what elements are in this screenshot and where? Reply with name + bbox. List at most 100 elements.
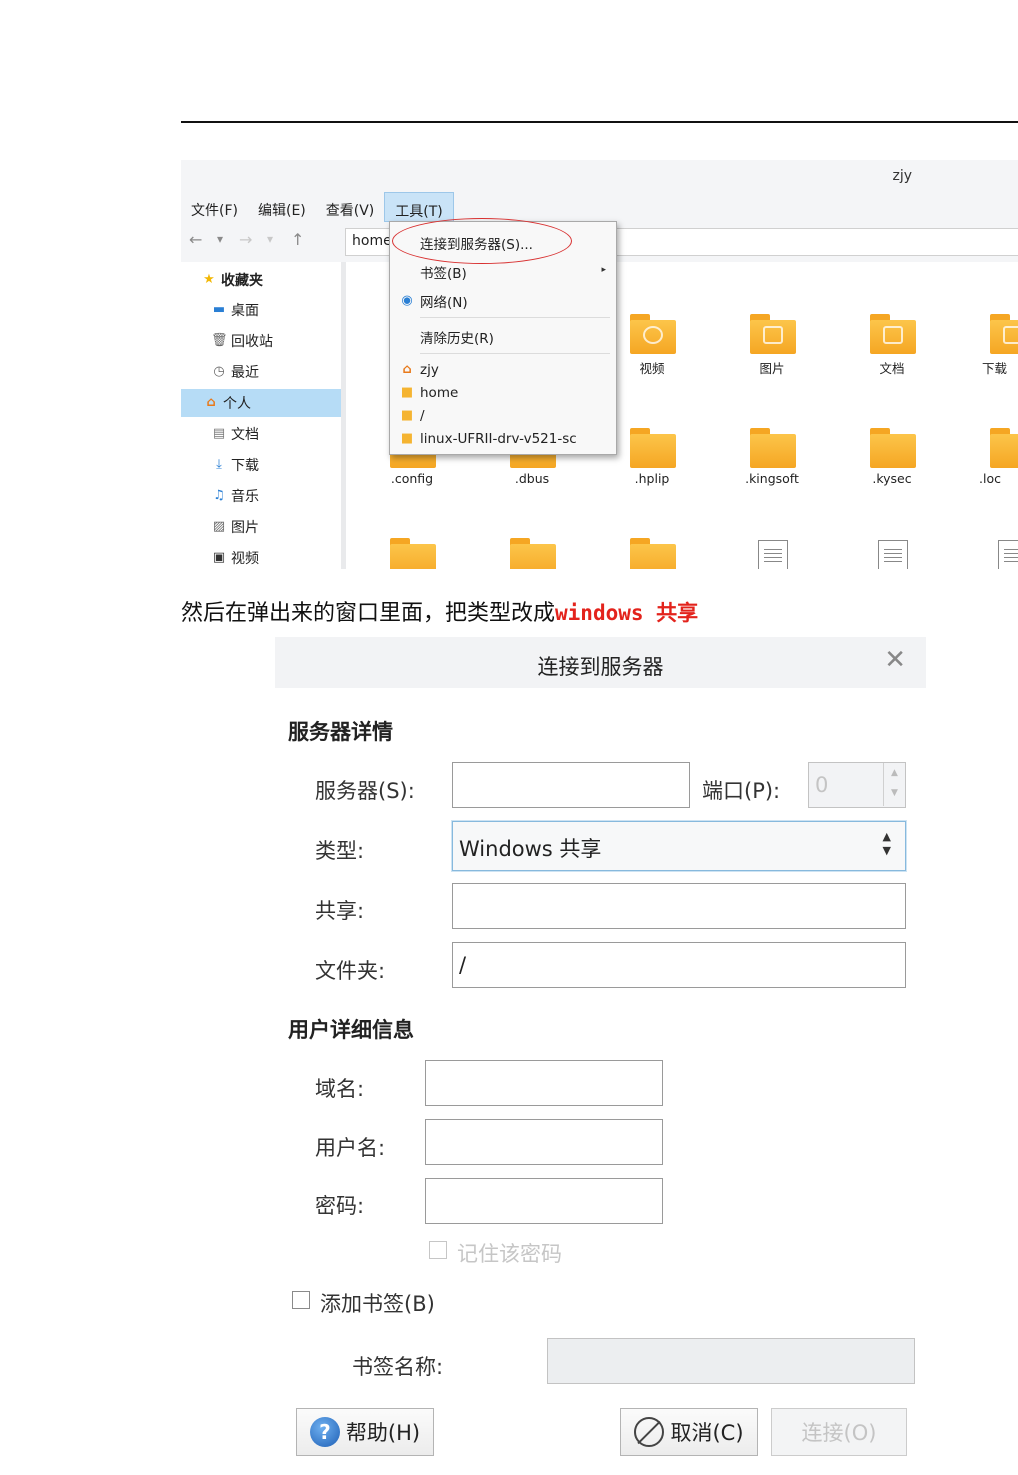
text-file-icon[interactable] (998, 540, 1018, 569)
bookmark-name-input[interactable] (547, 1338, 915, 1384)
cancel-button[interactable]: 取消(C) (620, 1408, 758, 1456)
help-button-label: 帮助(H) (345, 1421, 421, 1445)
menu-item-label: home (420, 385, 459, 401)
spin-down-icon[interactable]: ▼ (884, 783, 905, 803)
picture-icon: ▨ (212, 519, 226, 534)
sidebar-item-videos[interactable]: ▣ 视频 (181, 544, 341, 569)
star-icon: ★ (203, 272, 215, 287)
share-input[interactable] (452, 883, 906, 929)
folder-label: .config (390, 471, 434, 486)
back-arrow-icon[interactable]: ← (189, 230, 202, 249)
dialog-title: 连接到服务器 (537, 655, 664, 679)
cancel-button-label: 取消(C) (670, 1421, 744, 1445)
user-details-heading: 用户详细信息 (288, 1018, 414, 1042)
menu-divider (420, 317, 610, 318)
folder-icon: ■ (400, 431, 414, 446)
folder-icon[interactable] (630, 538, 676, 569)
folder-downloads-icon[interactable] (990, 314, 1018, 354)
close-icon[interactable]: ✕ (884, 647, 906, 673)
password-input[interactable] (425, 1178, 663, 1224)
folder-icon: ■ (400, 408, 414, 423)
folder-label: 文件夹: (315, 959, 386, 983)
username-input[interactable] (425, 1119, 663, 1165)
spin-up-icon[interactable]: ▲ (884, 763, 905, 783)
menu-item-label: 网络(N) (420, 295, 468, 311)
history-dropdown-icon[interactable]: ▾ (217, 232, 223, 246)
sidebar-item-label: 最近 (231, 365, 259, 381)
menu-item-network[interactable]: ◉ 网络(N) (390, 290, 616, 312)
trash-icon: 🗑 (211, 333, 228, 348)
menu-file[interactable]: 文件(F) (181, 192, 248, 222)
menu-item-label: 书签(B) (420, 266, 467, 282)
menu-item-place-driver[interactable]: ■ linux-UFRII-drv-v521-sc (390, 428, 616, 450)
menu-item-bookmarks[interactable]: 书签(B) ▸ (390, 261, 616, 283)
forward-dropdown-icon[interactable]: ▾ (267, 232, 273, 246)
instruction-highlight: windows 共享 (555, 601, 699, 625)
server-input[interactable] (452, 762, 690, 808)
folder-pictures-icon[interactable] (750, 314, 796, 354)
sidebar-item-music[interactable]: ♫ 音乐 (181, 482, 341, 510)
username-label: 用户名: (315, 1136, 386, 1160)
menu-tools[interactable]: 工具(T) (384, 192, 454, 222)
type-select[interactable]: Windows 共享 ▲ ▼ (452, 821, 906, 871)
text-file-icon[interactable] (758, 540, 788, 569)
clock-icon: ◷ (213, 364, 225, 379)
menu-edit[interactable]: 编辑(E) (248, 192, 316, 222)
folder-label: 下载 (982, 361, 1008, 376)
menu-item-clear-history[interactable]: 清除历史(R) (390, 326, 616, 348)
folder-label: 图片 (759, 361, 785, 376)
sidebar-item-trash[interactable]: 🗑 回收站 (181, 327, 341, 355)
domain-input[interactable] (425, 1060, 663, 1106)
folder-kysec-icon[interactable] (870, 428, 916, 468)
help-button[interactable]: ? 帮助(H) (296, 1408, 434, 1456)
text-file-icon[interactable] (878, 540, 908, 569)
forward-arrow-icon[interactable]: → (239, 230, 252, 249)
sidebar-item-desktop[interactable]: ▬ 桌面 (181, 296, 341, 324)
menu-item-place-zjy[interactable]: ⌂ zjy (390, 359, 616, 381)
connect-button-label: 连接(O) (801, 1421, 877, 1445)
folder-hplip-icon[interactable] (630, 428, 676, 468)
port-spinbox[interactable]: 0 ▲ ▼ (808, 762, 906, 808)
folder-label: 视频 (639, 361, 665, 376)
menu-item-place-home[interactable]: ■ home (390, 382, 616, 404)
connect-button[interactable]: 连接(O) (771, 1408, 907, 1456)
updown-arrow-icon: ▲ ▼ (882, 830, 891, 857)
add-bookmark-checkbox[interactable] (292, 1291, 310, 1309)
menu-view[interactable]: 查看(V) (316, 192, 385, 222)
video-icon: ▣ (212, 550, 226, 565)
menu-item-place-root[interactable]: ■ / (390, 405, 616, 427)
up-arrow-icon[interactable]: ↑ (291, 230, 304, 249)
folder-value: / (459, 953, 467, 977)
folder-kingsoft-icon[interactable] (750, 428, 796, 468)
sidebar-item-label: 回收站 (231, 334, 273, 350)
folder-icon[interactable] (510, 538, 556, 569)
desktop-icon: ▬ (212, 302, 226, 317)
menu-item-label: linux-UFRII-drv-v521-sc (420, 431, 577, 447)
instruction-text: 然后在弹出来的窗口里面，把类型改成windows 共享 (181, 595, 698, 627)
sidebar-item-label: 下载 (231, 458, 259, 474)
sidebar: ★ 收藏夹 ▬ 桌面 🗑 回收站 ◷ 最近 ⌂ 个人 ▤ 文档 ⤓ 下载 ♫ 音… (181, 262, 341, 569)
sidebar-item-documents[interactable]: ▤ 文档 (181, 420, 341, 448)
folder-icon[interactable] (390, 538, 436, 569)
port-stepper[interactable]: ▲ ▼ (883, 763, 905, 806)
folder-videos-icon[interactable] (630, 314, 676, 354)
home-icon: ⌂ (402, 362, 412, 377)
folder-input[interactable]: / (452, 942, 906, 988)
network-icon: ◉ (401, 293, 413, 308)
folder-local-icon[interactable] (990, 428, 1018, 468)
menu-bar: 文件(F) 编辑(E) 查看(V) 工具(T) (181, 192, 1018, 222)
folder-label: .dbus (514, 471, 550, 486)
sidebar-favorites-header: ★ 收藏夹 (201, 266, 361, 294)
sidebar-item-label: 视频 (231, 551, 259, 567)
sidebar-item-label: 图片 (231, 520, 259, 536)
sidebar-item-downloads[interactable]: ⤓ 下载 (181, 451, 341, 479)
folder-documents-icon[interactable] (870, 314, 916, 354)
sidebar-item-recent[interactable]: ◷ 最近 (181, 358, 341, 386)
sidebar-item-home[interactable]: ⌂ 个人 (181, 389, 341, 417)
sidebar-item-pictures[interactable]: ▨ 图片 (181, 513, 341, 541)
type-label: 类型: (315, 839, 365, 863)
remember-password-checkbox[interactable] (429, 1241, 447, 1259)
connect-to-server-dialog: 连接到服务器 ✕ 服务器详情 服务器(S): 端口(P): 0 ▲ ▼ 类型: … (275, 637, 926, 1469)
remember-password-label: 记住该密码 (457, 1242, 562, 1266)
folder-label: .loc (979, 471, 1001, 486)
